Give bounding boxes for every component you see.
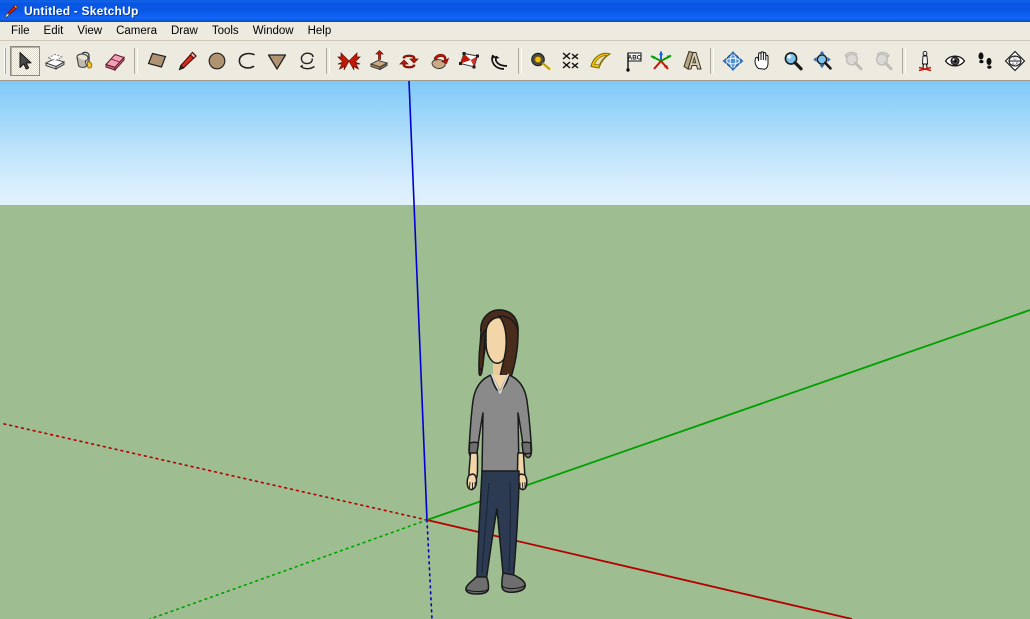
eraser-tool[interactable] xyxy=(100,46,130,76)
toolbar-grip[interactable] xyxy=(2,46,9,76)
toolbar-separator xyxy=(326,47,330,74)
followme-tool[interactable] xyxy=(424,46,454,76)
offset-tool[interactable] xyxy=(484,46,514,76)
make-component-tool[interactable] xyxy=(40,46,70,76)
section-plane-tool[interactable]: C A-5 xyxy=(1000,46,1030,76)
menu-edit[interactable]: Edit xyxy=(37,24,71,39)
menu-help[interactable]: Help xyxy=(301,24,339,39)
polygon-tool[interactable] xyxy=(262,46,292,76)
rotate-tool[interactable] xyxy=(394,46,424,76)
axes-tool[interactable] xyxy=(646,46,676,76)
position-camera-tool[interactable] xyxy=(910,46,940,76)
circle-tool[interactable] xyxy=(202,46,232,76)
3d-model-viewport[interactable] xyxy=(0,81,1030,619)
svg-text:A-5: A-5 xyxy=(1011,61,1019,66)
orbit-tool[interactable] xyxy=(718,46,748,76)
menu-camera[interactable]: Camera xyxy=(109,24,164,39)
scale-figure-woman[interactable] xyxy=(455,303,545,603)
pan-hand-tool[interactable] xyxy=(748,46,778,76)
line-pencil-tool[interactable] xyxy=(172,46,202,76)
walk-footprints-tool[interactable] xyxy=(970,46,1000,76)
window-title: Untitled - SketchUp xyxy=(24,4,139,18)
toolbar-separator xyxy=(710,47,714,74)
toolbar-separator xyxy=(902,47,906,74)
blue-axis-up xyxy=(408,81,428,521)
text-label-tool[interactable]: ABC xyxy=(616,46,646,76)
blue-axis-down xyxy=(426,519,433,619)
zoom-previous-tool[interactable] xyxy=(838,46,868,76)
pushpull-tool[interactable] xyxy=(364,46,394,76)
toolbar-separator xyxy=(134,47,138,74)
protractor-tool[interactable] xyxy=(586,46,616,76)
toolbar-separator xyxy=(518,47,522,74)
menu-draw[interactable]: Draw xyxy=(164,24,205,39)
tape-measure-tool[interactable] xyxy=(526,46,556,76)
svg-text:ABC: ABC xyxy=(628,54,642,61)
paint-bucket-tool[interactable] xyxy=(70,46,100,76)
zoom-next-tool[interactable] xyxy=(868,46,898,76)
green-axis-left xyxy=(149,519,428,619)
rectangle-tool[interactable] xyxy=(142,46,172,76)
sketchup-application-window: Untitled - SketchUp File Edit View Camer… xyxy=(0,0,1030,619)
menu-tools[interactable]: Tools xyxy=(205,24,246,39)
look-around-eye-tool[interactable] xyxy=(940,46,970,76)
zoom-extents-tool[interactable] xyxy=(808,46,838,76)
zoom-magnifier-tool[interactable] xyxy=(778,46,808,76)
select-arrow-tool[interactable] xyxy=(10,45,40,76)
menu-view[interactable]: View xyxy=(70,24,109,39)
dimension-tool[interactable] xyxy=(556,46,586,76)
arc-tool[interactable] xyxy=(232,46,262,76)
menu-bar: File Edit View Camera Draw Tools Window … xyxy=(0,22,1030,41)
title-bar: Untitled - SketchUp xyxy=(0,0,1030,22)
main-toolbar: ABC C A-5 xyxy=(0,41,1030,81)
menu-file[interactable]: File xyxy=(4,24,37,39)
scale-tool[interactable] xyxy=(454,46,484,76)
red-axis-left xyxy=(0,422,428,521)
menu-window[interactable]: Window xyxy=(246,24,301,39)
move-tool[interactable] xyxy=(334,46,364,76)
freehand-tool[interactable] xyxy=(292,46,322,76)
3d-text-tool[interactable] xyxy=(676,46,706,76)
sketchup-logo-icon xyxy=(3,3,19,19)
